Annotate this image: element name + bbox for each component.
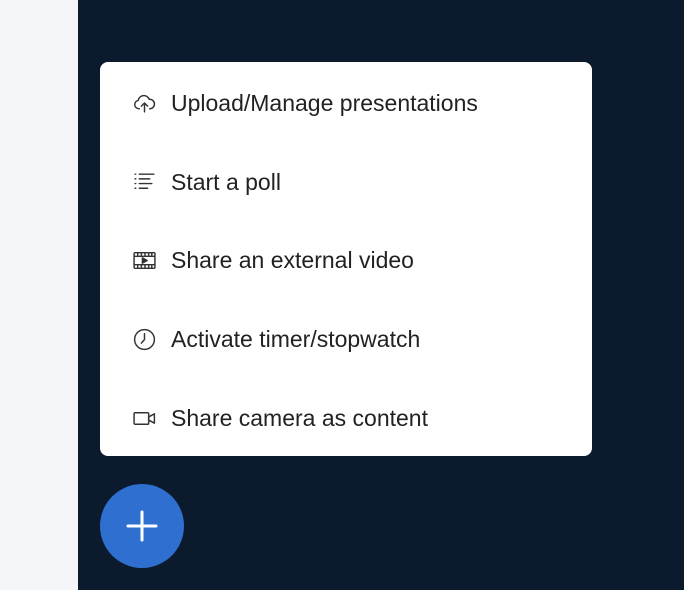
menu-item-label: Activate timer/stopwatch — [171, 326, 421, 353]
menu-item-start-poll[interactable]: Start a poll — [100, 143, 592, 222]
menu-item-share-external-video[interactable]: Share an external video — [100, 222, 592, 301]
clock-icon — [132, 327, 157, 352]
left-panel — [0, 0, 78, 590]
actions-menu: Upload/Manage presentations Start a poll — [100, 62, 592, 456]
video-film-icon — [132, 248, 157, 273]
menu-item-upload-presentations[interactable]: Upload/Manage presentations — [100, 64, 592, 143]
cloud-upload-icon — [132, 91, 157, 116]
list-icon — [132, 170, 157, 195]
plus-icon — [126, 510, 158, 542]
camera-icon — [132, 406, 157, 431]
menu-item-share-camera[interactable]: Share camera as content — [100, 379, 592, 458]
menu-item-label: Start a poll — [171, 168, 281, 195]
menu-item-activate-timer[interactable]: Activate timer/stopwatch — [100, 300, 592, 379]
menu-item-label: Share camera as content — [171, 405, 428, 432]
menu-item-label: Share an external video — [171, 247, 414, 274]
presentation-area: Upload/Manage presentations Start a poll — [0, 0, 684, 590]
menu-item-label: Upload/Manage presentations — [171, 89, 478, 116]
add-actions-button[interactable] — [100, 484, 184, 568]
